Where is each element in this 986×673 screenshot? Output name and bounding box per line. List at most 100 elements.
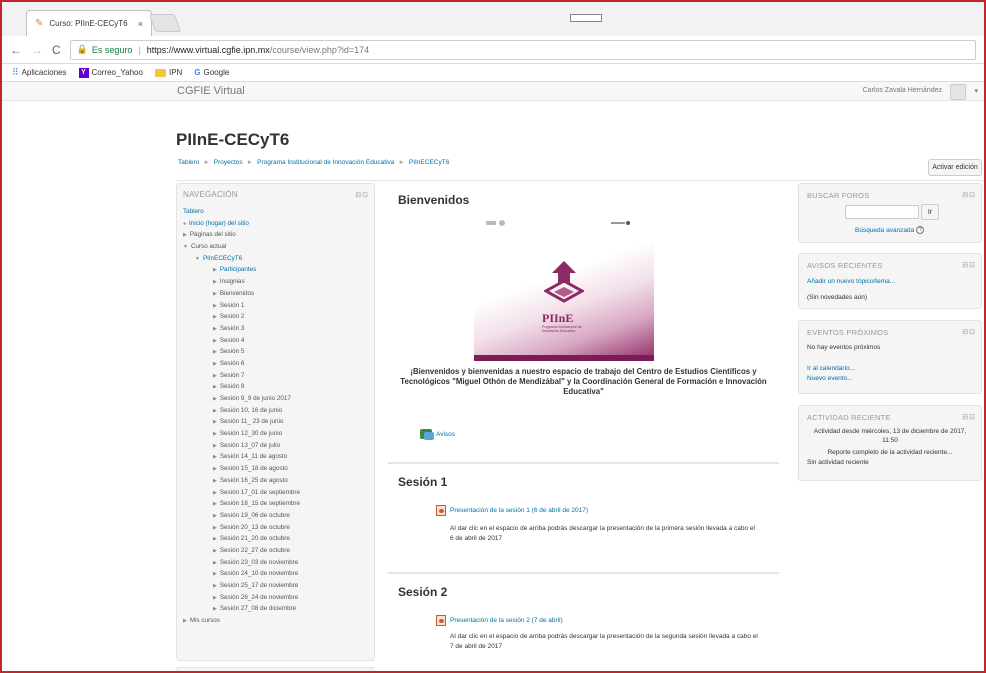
activity-since-text: Actividad desde miércoles, 13 de diciemb… [813, 428, 967, 444]
nav-item-label: Tablero [183, 208, 204, 215]
nav-item[interactable]: ▶ Sesión 7 [183, 370, 370, 382]
nav-item[interactable]: ▶ Sesión 4 [183, 335, 370, 347]
nav-item[interactable]: ▶ Sesión 5 [183, 346, 370, 358]
browser-tab[interactable]: ✎ Curso: PIInE-CECyT6 × [26, 10, 152, 36]
bookmark-yahoo[interactable]: Y Correo_Yahoo [78, 67, 143, 78]
nav-item[interactable]: ▶ Insignias [183, 276, 370, 288]
turn-editing-on-button[interactable]: Activar edición [928, 159, 982, 176]
nav-item[interactable]: ▶ Páginas del sitio [183, 229, 370, 241]
breadcrumb: Tablero ► Proyectos ► Programa Institucional… [178, 159, 449, 166]
caret-down-icon[interactable]: ▾ [974, 87, 978, 95]
forum-resource[interactable]: Avisos [420, 429, 455, 440]
block-controls-icon[interactable]: ⊟⊡ [962, 328, 976, 336]
section-title: Sesión 2 [398, 585, 448, 599]
banner-ribbon [474, 355, 654, 361]
collapsed-arrow-icon: ▶ [213, 606, 217, 613]
forward-button[interactable]: → [31, 43, 43, 57]
add-topic-link[interactable]: Añadir un nuevo tópico/tema... [807, 278, 895, 285]
advanced-search-link[interactable]: Búsqueda avanzada [855, 227, 914, 234]
page-title: PIInE-CECyT6 [176, 130, 290, 149]
collapsed-arrow-icon: ▶ [183, 232, 187, 239]
file-resource[interactable]: Presentación de la sesión 1 (6 de abril … [436, 505, 588, 516]
breadcrumb-item[interactable]: Tablero [178, 159, 199, 166]
collapsed-arrow-icon: ▶ [213, 419, 217, 426]
nav-item[interactable]: ▶ Sesión 24_10 de noviembre [183, 568, 370, 580]
resource-link[interactable]: Presentación de la sesión 1 (6 de abril … [450, 507, 588, 514]
pdf-file-icon [436, 615, 446, 626]
nav-item-label: Sesión 14_11 de agosto [219, 453, 288, 461]
back-button[interactable]: ← [10, 43, 22, 57]
nav-item[interactable]: ● Inicio (hogar) del sitio [183, 218, 370, 230]
nav-item[interactable]: ▶ Sesión 20_13 de octubre [183, 522, 370, 534]
block-controls-icon[interactable]: ⊟⊡ [962, 413, 976, 421]
block-controls-icon[interactable]: ⊟⊡ [962, 191, 976, 199]
new-tab-button[interactable] [148, 14, 182, 32]
avatar[interactable] [950, 84, 966, 100]
full-report-link[interactable]: Reporte completo de la actividad recient… [807, 448, 973, 457]
bookmark-ipn[interactable]: IPN [154, 68, 182, 77]
nav-item[interactable]: ▶ Sesión 3 [183, 323, 370, 335]
window-control-icon[interactable] [570, 14, 602, 22]
search-forums-input[interactable] [845, 205, 919, 219]
nav-item[interactable]: ▶ Sesión 1 [183, 300, 370, 312]
bookmark-google[interactable]: G Google [194, 68, 229, 77]
section-title: Bienvenidos [398, 193, 470, 207]
nav-item[interactable]: ▶ Sesión 17_01 de septiembre [183, 487, 370, 499]
nav-item[interactable]: ▶ Sesión 14_11 de agosto [183, 451, 370, 463]
address-bar[interactable]: 🔒 Es seguro | https://www.virtual.cgfie.… [69, 39, 976, 60]
collapsed-arrow-icon: ▶ [213, 349, 217, 356]
nav-item[interactable]: ▶ Participantes [183, 264, 370, 276]
breadcrumb-item[interactable]: Programa Institucional de Innovación Edu… [257, 159, 394, 166]
nav-item[interactable]: ▶ Sesión 16_25 de agosto [183, 475, 370, 487]
collapsed-arrow-icon: ▶ [213, 583, 217, 589]
breadcrumb-separator-icon: ► [246, 159, 254, 166]
bookmark-apps[interactable]: ⠿ Aplicaciones [12, 67, 67, 78]
collapsed-arrow-icon: ▶ [213, 547, 217, 554]
user-menu-name[interactable]: Carlos Zavala Hernández [863, 87, 942, 94]
forum-link[interactable]: Avisos [436, 431, 455, 438]
nav-item[interactable]: ▶ Sesión 23_03 de noviembre [183, 557, 370, 569]
section-divider [388, 572, 779, 574]
nav-item[interactable]: ▶ Sesión 26_24 de noviembre [183, 592, 370, 604]
calendar-link[interactable]: Ir al calendario... [807, 365, 855, 372]
banner-subtitle: Programa Institucional de Innovación Edu… [542, 325, 582, 333]
nav-item[interactable]: ▶ Sesión 21_20 de octubre [183, 533, 370, 545]
nav-item[interactable]: ▶ Sesión 12_30 de junio [183, 428, 370, 440]
nav-item[interactable]: ▶ Mis cursos [183, 615, 370, 627]
site-name-link[interactable]: CGFIE Virtual [177, 85, 245, 97]
nav-item[interactable]: Tablero [183, 206, 370, 218]
nav-item[interactable]: ▶ Sesión 13_07 de julio [183, 440, 370, 452]
new-event-link[interactable]: Nuevo evento... [807, 375, 853, 382]
nav-item[interactable]: ▶ Sesión 22_27 de octubre [183, 545, 370, 557]
reload-button[interactable]: C [52, 43, 61, 57]
breadcrumb-item[interactable]: Proyectos [214, 159, 243, 166]
search-go-button[interactable]: Ir [921, 204, 939, 220]
collapsed-arrow-icon: ▶ [213, 396, 217, 402]
resource-description: Al dar clic en el espacio de arriba podr… [450, 525, 755, 542]
breadcrumb-item[interactable]: PIInECECyT6 [409, 159, 449, 166]
nav-item[interactable]: ▶ Sesión 19_06 de octubre [183, 510, 370, 522]
nav-item-label: Sesión 26_24 de noviembre [219, 593, 299, 601]
close-tab-icon[interactable]: × [138, 19, 143, 29]
nav-item[interactable]: ▶ Sesión 8 [183, 381, 370, 393]
block-controls-icon[interactable]: ⊟⊡ [962, 261, 976, 269]
nav-item[interactable]: ▼ Curso actual [183, 241, 370, 253]
nav-item[interactable]: ▶ Sesión 11_ 23 de junio [183, 416, 370, 428]
nav-item[interactable]: ▶ Sesión 9_9 de junio 2017 [183, 393, 370, 405]
piine-logo-icon [544, 261, 584, 303]
nav-item[interactable]: ▼ PIInECECyT6 [183, 253, 370, 265]
institution-logos-icon [486, 220, 630, 226]
nav-item[interactable]: ▶ Sesión 6 [183, 358, 370, 370]
nav-item[interactable]: ▶ Sesión 25_17 de noviembre [183, 580, 370, 592]
nav-item[interactable]: ▶ Bienvenidos [183, 288, 370, 300]
block-controls-icon[interactable]: ⊟⊡ [355, 191, 369, 199]
nav-item[interactable]: ▶ Sesión 27_08 de diciembre [183, 603, 370, 615]
nav-item[interactable]: ▶ Sesión 2 [183, 311, 370, 323]
file-resource[interactable]: Presentación de la sesión 2 (7 de abril) [436, 615, 563, 626]
nav-item[interactable]: ▶ Sesión 15_18 de agosto [183, 463, 370, 475]
help-icon[interactable]: ? [916, 226, 925, 234]
nav-item-label: Sesión 23_03 de noviembre [219, 558, 299, 566]
nav-item[interactable]: ▶ Sesión 18_15 de septiembre [183, 498, 370, 510]
resource-link[interactable]: Presentación de la sesión 2 (7 de abril) [450, 617, 563, 624]
nav-item[interactable]: ▶ Sesión 10, 16 de junio [183, 405, 370, 417]
